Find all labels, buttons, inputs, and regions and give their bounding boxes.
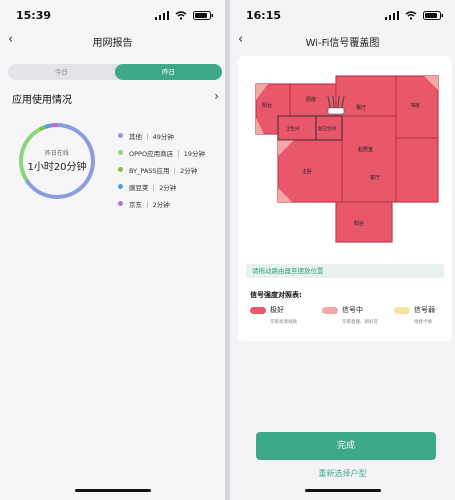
clock: 16:15 — [246, 8, 282, 22]
chevron-right-icon[interactable]: › — [214, 89, 219, 103]
legend-label: 京东 ｜ 2分钟 — [129, 200, 170, 209]
legend-dot — [118, 201, 123, 206]
legend-label: 信号弱 — [414, 306, 435, 314]
wifi-icon — [175, 10, 187, 20]
tab-yesterday[interactable]: 昨日 — [115, 64, 222, 80]
nav-bar: ‹ 用网报告 — [0, 32, 225, 50]
room-label: 餐厅 — [356, 105, 367, 111]
home-indicator — [305, 489, 381, 492]
room-label: 客厅 — [370, 175, 381, 181]
legend-label: BY_PASS应用 ｜ 2分钟 — [129, 166, 198, 175]
room-lounge — [395, 137, 439, 203]
usage-donut-chart: 昨日在线 1小时20分钟 — [16, 120, 98, 202]
room-label: 卫生间 — [286, 127, 300, 132]
section-title: 应用使用情况 — [12, 95, 72, 106]
legend-label: 极好 — [270, 306, 284, 314]
drag-router-hint: 请拖动路由器至摆放位置 — [246, 264, 444, 278]
day-tabs: 今日 昨日 — [8, 64, 222, 80]
swatch-weak — [394, 307, 410, 314]
room-label: 书房 — [410, 103, 421, 109]
floor-plan-map — [255, 75, 439, 243]
legend-row: OPPO应用商店 ｜ 19分钟 — [118, 145, 205, 160]
signal-legend-title: 信号强度对照表: — [250, 291, 302, 299]
legend-row: 豌豆荚 ｜ 2分钟 — [118, 179, 205, 194]
nav-bar: ‹ Wi-Fi信号覆盖图 — [230, 32, 455, 50]
legend-dot — [118, 150, 123, 155]
donut-segment — [38, 125, 46, 132]
room-label: 厨房 — [306, 97, 317, 103]
legend-desc: 可看高清视频 — [270, 320, 297, 325]
page-title: Wi-Fi信号覆盖图 — [305, 38, 380, 49]
legend-row: 其他 ｜ 49分钟 — [118, 128, 205, 143]
reselect-floorplan-link[interactable]: 重新选择户型 — [230, 468, 455, 479]
status-icons — [385, 10, 443, 20]
signal-icon — [385, 10, 399, 20]
signal-icon — [155, 10, 169, 20]
legend-row: 京东 ｜ 2分钟 — [118, 196, 205, 211]
legend-dot — [118, 133, 123, 138]
tab-today[interactable]: 今日 — [8, 64, 115, 80]
usage-report-screen: 15:39 ‹ 用网报告 今日 昨日 应用使用情况 › 昨日在线 1小时20分钟… — [0, 0, 225, 500]
legend-label: OPPO应用商店 ｜ 19分钟 — [129, 149, 205, 158]
status-bar: 16:15 — [246, 8, 443, 22]
room-label: 阳台 — [354, 221, 365, 227]
donut-total: 1小时20分钟 — [27, 162, 87, 173]
donut-segment — [50, 123, 58, 128]
home-indicator — [75, 489, 151, 492]
legend-dot — [118, 167, 123, 172]
room-label: 阳台 — [262, 103, 273, 109]
wifi-coverage-screen: 16:15 ‹ Wi-Fi信号覆盖图 阳台 厨房 餐厅 书房 卫生间 副卫生间 … — [230, 0, 455, 500]
legend-dot — [118, 184, 123, 189]
swatch-strong — [250, 307, 266, 314]
legend-label: 信号中 — [342, 306, 363, 314]
legend-label: 豌豆荚 ｜ 2分钟 — [129, 183, 177, 192]
donut-segment — [44, 123, 52, 129]
swatch-medium — [322, 307, 338, 314]
wifi-icon — [405, 10, 417, 20]
signal-legend: 极好 可看高清视频 信号中 可看直播、刷抖音 信号弱 视频卡顿 — [250, 305, 452, 331]
battery-icon — [193, 10, 213, 20]
page-title: 用网报告 — [92, 38, 133, 49]
legend-row: BY_PASS应用 ｜ 2分钟 — [118, 162, 205, 177]
donut-subtitle: 昨日在线 — [44, 150, 69, 157]
room-label: 副卫生间 — [318, 127, 336, 132]
status-icons — [155, 10, 213, 20]
battery-icon — [423, 10, 443, 20]
floor-plan[interactable]: 阳台 厨房 餐厅 书房 卫生间 副卫生间 起居室 主卧 客厅 阳台 — [238, 56, 452, 256]
room-living — [341, 115, 397, 203]
status-bar: 15:39 — [16, 8, 213, 22]
legend-label: 其他 ｜ 49分钟 — [129, 132, 174, 141]
legend-desc: 可看直播、刷抖音 — [342, 320, 378, 325]
room-label: 起居室 — [358, 147, 374, 153]
room-label: 主卧 — [302, 169, 313, 175]
legend-desc: 视频卡顿 — [414, 320, 432, 325]
done-button[interactable]: 完成 — [256, 432, 436, 460]
coverage-card: 阳台 厨房 餐厅 书房 卫生间 副卫生间 起居室 主卧 客厅 阳台 请拖动路由器… — [238, 56, 452, 341]
usage-legend: 其他 ｜ 49分钟 OPPO应用商店 ｜ 19分钟 BY_PASS应用 ｜ 2分… — [118, 128, 205, 213]
clock: 15:39 — [16, 8, 52, 22]
